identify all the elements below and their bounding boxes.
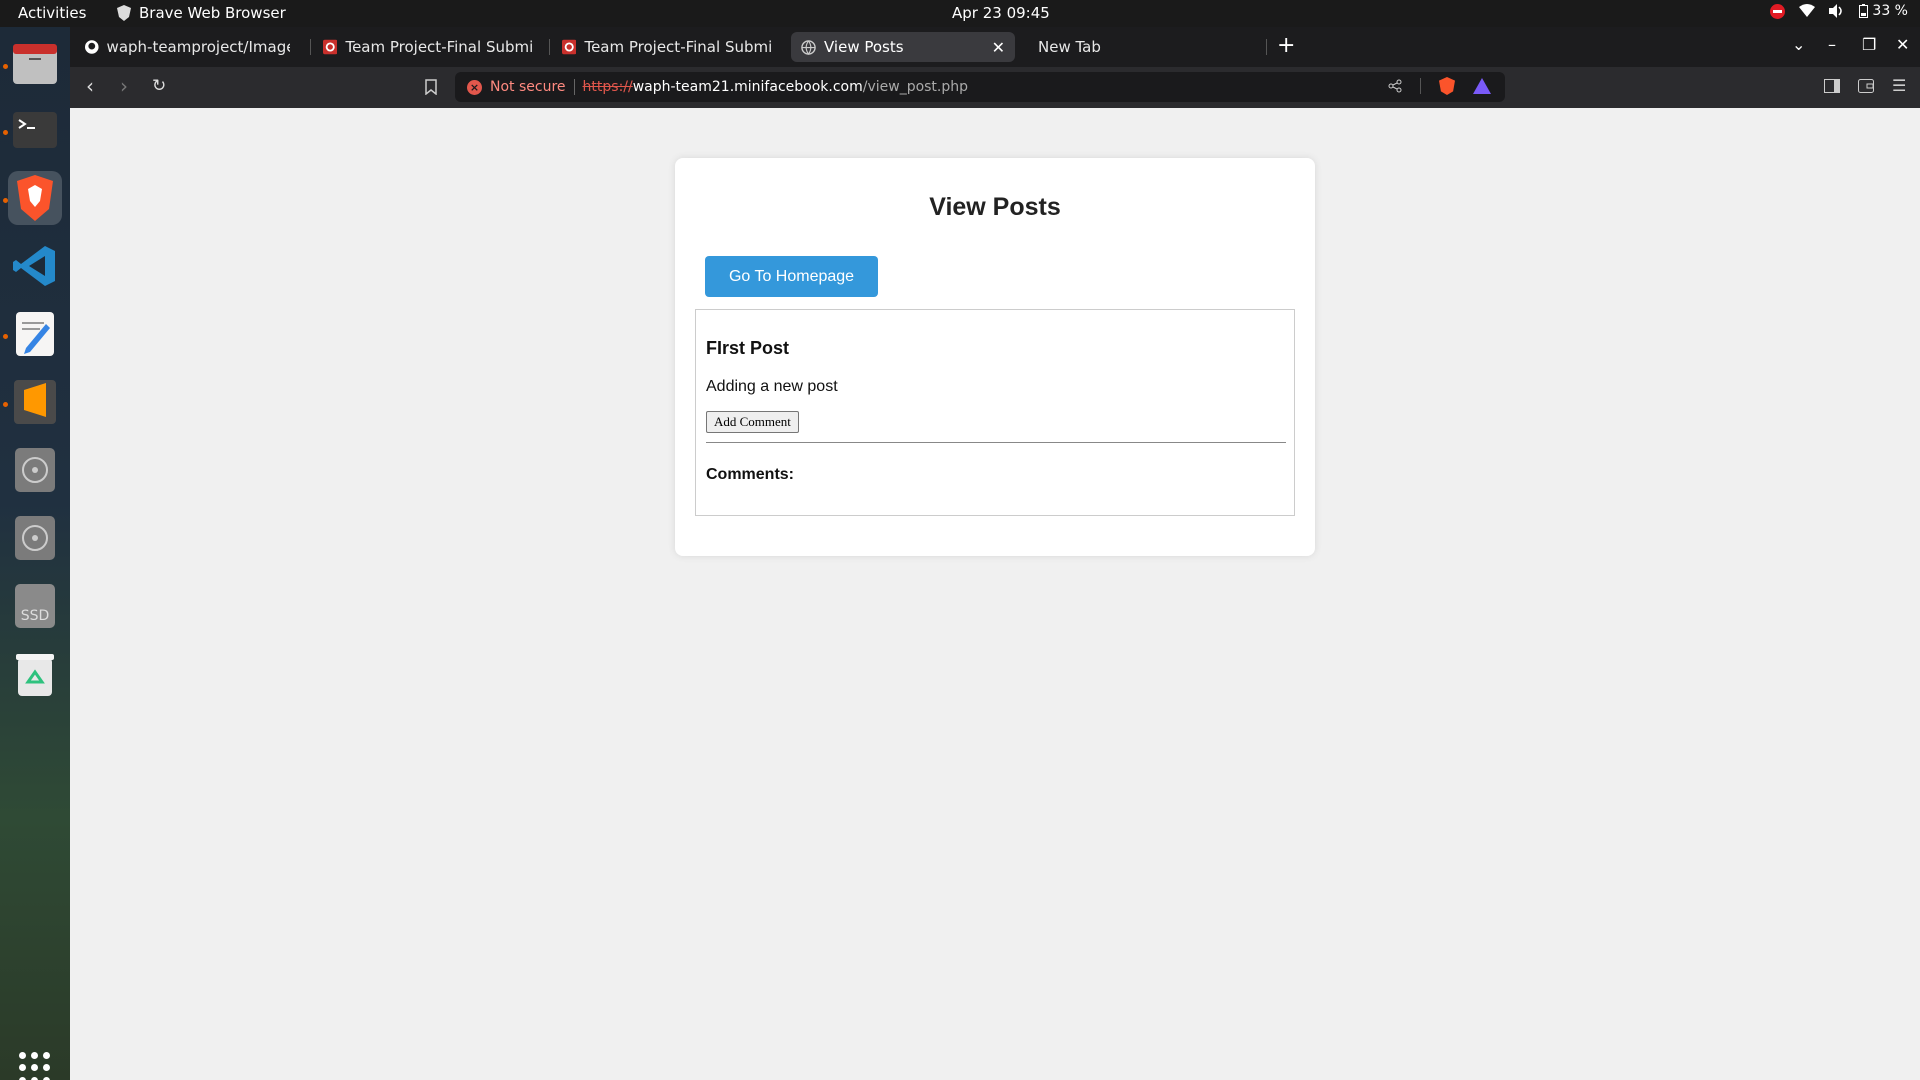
dock-disc-2[interactable] — [8, 511, 62, 565]
github-icon — [85, 40, 99, 54]
globe-icon — [801, 39, 816, 55]
drive-icon: SSD — [15, 584, 55, 628]
forward-icon[interactable]: › — [120, 75, 128, 97]
battery-icon — [1859, 4, 1869, 18]
text-editor-icon — [16, 312, 54, 356]
wifi-icon — [1799, 4, 1816, 17]
post-title: FIrst Post — [706, 338, 790, 358]
app-name-label: Brave Web Browser — [139, 4, 286, 22]
tab-new-tab[interactable]: New Tab — [1028, 32, 1228, 62]
post-item: FIrst Post Adding a new post Add Comment… — [695, 309, 1295, 516]
system-top-bar: Activities Brave Web Browser Apr 23 09:4… — [0, 0, 1920, 27]
trash-icon — [16, 654, 54, 696]
tab-title: Team Project-Final Submissi — [345, 38, 533, 56]
reload-icon[interactable]: ↻ — [152, 75, 166, 97]
posts-card: View Posts Go To Homepage FIrst Post Add… — [675, 158, 1315, 556]
bookmark-icon[interactable] — [425, 79, 437, 95]
sidebar-icon[interactable] — [1824, 79, 1840, 93]
url-path: /view_post.php — [862, 79, 969, 95]
do-not-disturb-icon — [1770, 3, 1786, 19]
terminal-icon — [13, 112, 57, 148]
ssd-label: SSD — [20, 608, 50, 624]
folder-icon — [13, 44, 57, 84]
sublime-icon — [14, 380, 56, 424]
go-to-homepage-button[interactable]: Go To Homepage — [705, 256, 878, 297]
dock-trash[interactable] — [8, 647, 62, 701]
dock-vscode[interactable] — [8, 239, 62, 293]
post-body: Adding a new post — [706, 378, 838, 395]
dock-ssd[interactable]: SSD — [8, 579, 62, 633]
url-scheme: https:// — [582, 79, 633, 95]
tab-search-chevron-icon[interactable]: ⌄ — [1792, 35, 1805, 54]
new-tab-button[interactable]: + — [1277, 35, 1295, 57]
close-tab-icon[interactable]: ✕ — [992, 38, 1005, 57]
browser-toolbar: ‹ › ↻ × Not secure https:// waph-team21.… — [70, 67, 1920, 108]
tab-view-posts[interactable]: View Posts ✕ — [791, 32, 1015, 62]
address-bar[interactable]: × Not secure https:// waph-team21.minifa… — [455, 72, 1505, 102]
add-comment-button[interactable]: Add Comment — [706, 411, 799, 433]
not-secure-label[interactable]: Not secure — [490, 79, 566, 95]
comments-heading: Comments: — [706, 466, 795, 483]
dock: SSD — [0, 27, 70, 1080]
tab-github[interactable]: waph-teamproject/Images at — [75, 32, 300, 62]
tab-title: Team Project-Final Submissi — [584, 38, 772, 56]
dock-files[interactable] — [8, 37, 62, 91]
brave-rewards-icon[interactable] — [1473, 78, 1491, 94]
page-title: View Posts — [929, 193, 1061, 221]
tab-title: waph-teamproject/Images at — [106, 38, 290, 56]
browser-window: waph-teamproject/Images at Team Project-… — [70, 27, 1920, 1080]
app-menu[interactable]: Brave Web Browser — [117, 4, 286, 22]
vscode-icon — [13, 246, 55, 286]
not-secure-icon[interactable]: × — [467, 79, 482, 95]
brave-icon — [17, 175, 53, 221]
url-host: waph-team21.minifacebook.com — [632, 79, 863, 95]
menu-icon[interactable]: ☰ — [1892, 76, 1906, 95]
close-window-icon[interactable]: ✕ — [1896, 35, 1909, 54]
restore-icon[interactable]: ❐ — [1862, 35, 1876, 54]
disc-icon — [15, 448, 55, 492]
wallet-icon[interactable] — [1858, 79, 1874, 93]
disc-icon — [15, 516, 55, 560]
show-apps-button[interactable] — [19, 1052, 51, 1080]
dock-brave[interactable] — [8, 171, 62, 225]
canvas-icon — [323, 39, 338, 55]
tab-title: View Posts — [824, 38, 904, 56]
clock[interactable]: Apr 23 09:45 — [952, 4, 1050, 22]
web-page: View Posts Go To Homepage FIrst Post Add… — [70, 108, 1920, 1080]
dock-text-editor[interactable] — [8, 307, 62, 361]
brave-shields-icon[interactable] — [1439, 77, 1455, 95]
brave-lion-icon — [117, 5, 131, 21]
divider — [706, 442, 1286, 443]
tab-strip: waph-teamproject/Images at Team Project-… — [70, 27, 1920, 67]
dock-sublime-text[interactable] — [8, 375, 62, 429]
back-icon[interactable]: ‹ — [86, 75, 94, 97]
battery-percent: 33 % — [1872, 3, 1908, 19]
dock-terminal[interactable] — [8, 103, 62, 157]
volume-icon — [1829, 4, 1843, 18]
system-tray[interactable]: 33 % — [1770, 3, 1908, 19]
tab-title: New Tab — [1038, 38, 1101, 56]
minimize-icon[interactable]: – — [1828, 35, 1836, 54]
tab-canvas-1[interactable]: Team Project-Final Submissi — [313, 32, 543, 62]
share-icon[interactable] — [1388, 79, 1402, 93]
activities-button[interactable]: Activities — [18, 4, 86, 22]
dock-disc-1[interactable] — [8, 443, 62, 497]
canvas-icon — [562, 39, 577, 55]
tab-canvas-2[interactable]: Team Project-Final Submissi — [552, 32, 782, 62]
